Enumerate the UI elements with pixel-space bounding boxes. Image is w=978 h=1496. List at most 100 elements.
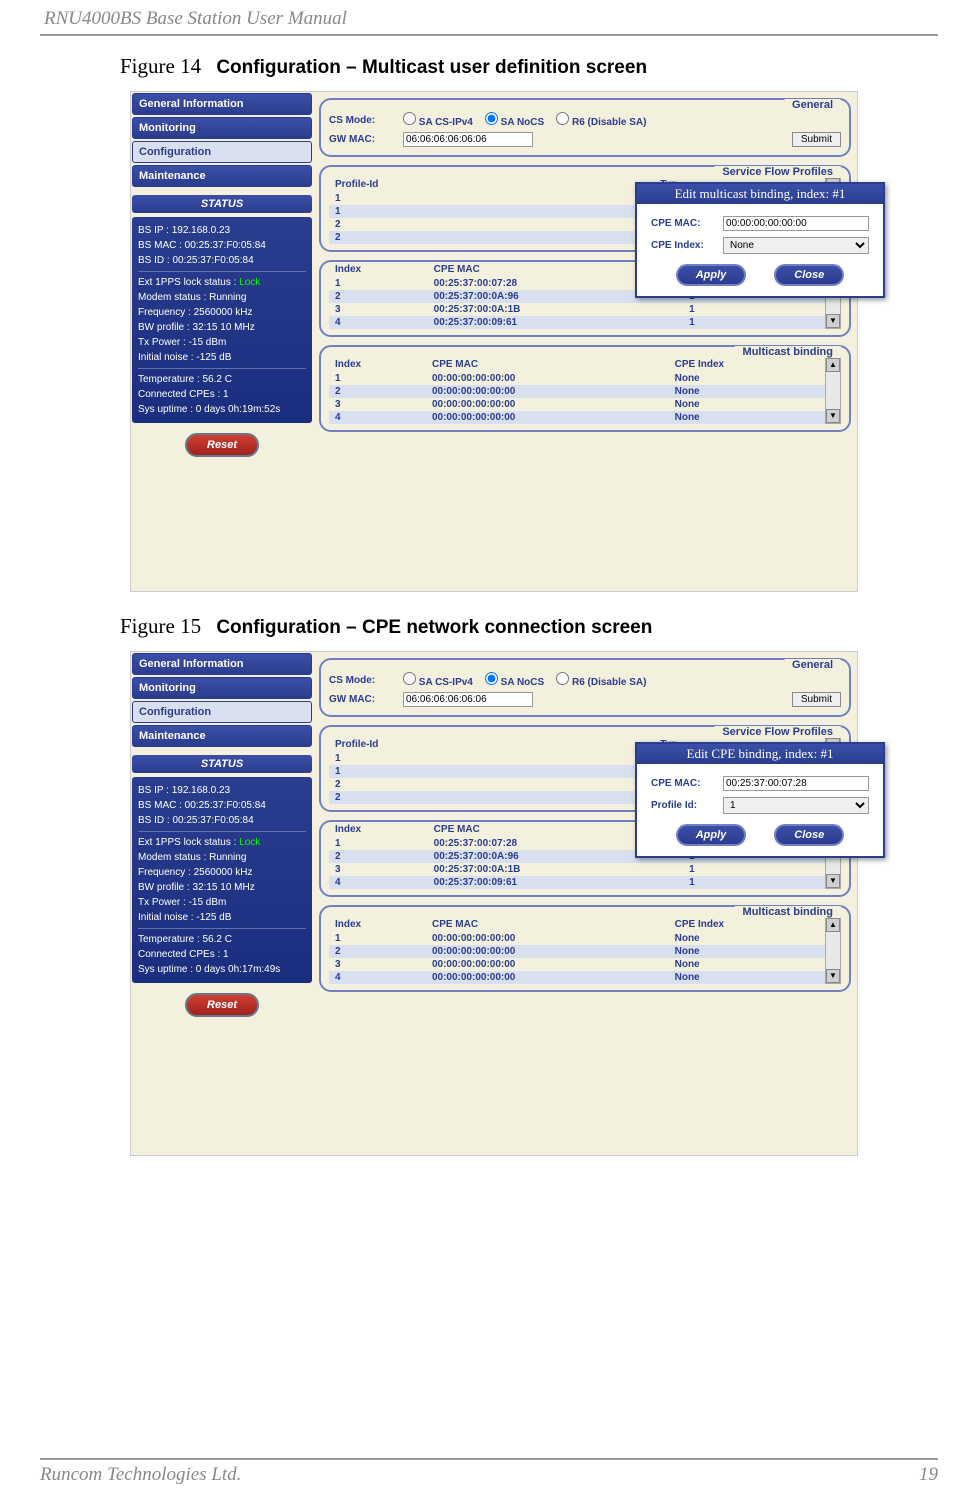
status-tx: Tx Power : -15 dBm <box>138 335 306 350</box>
radio-ipv4[interactable] <box>403 112 416 125</box>
status-lock: Lock <box>239 837 260 848</box>
dialog-title: Edit CPE binding, index: #1 <box>637 744 883 764</box>
scroll-down-icon[interactable]: ▼ <box>826 409 840 423</box>
status-bw: BW profile : 32:15 10 MHz <box>138 880 306 895</box>
mc-title: Multicast binding <box>735 906 841 918</box>
status-uptime: Sys uptime : 0 days 0h:19m:52s <box>138 402 306 417</box>
nav-maintenance[interactable]: Maintenance <box>132 165 312 187</box>
scrollbar[interactable]: ▲▼ <box>825 357 841 424</box>
status-bsmac: BS MAC : 00:25:37:F0:05:84 <box>138 798 306 813</box>
status-cpes: Connected CPEs : 1 <box>138 947 306 962</box>
table-row[interactable]: 100:00:00:00:00:00None <box>329 932 825 945</box>
status-uptime: Sys uptime : 0 days 0h:17m:49s <box>138 962 306 977</box>
sfp-h-profile: Profile-Id <box>329 737 654 752</box>
status-modem: Modem status : Running <box>138 290 306 305</box>
radio-nocs-lbl: SA NoCS <box>501 117 545 128</box>
scroll-down-icon[interactable]: ▼ <box>826 969 840 983</box>
table-row[interactable]: 400:00:00:00:00:00None <box>329 411 825 424</box>
nav-maintenance[interactable]: Maintenance <box>132 725 312 747</box>
table-row[interactable]: 400:00:00:00:00:00None <box>329 971 825 984</box>
nav-monitoring[interactable]: Monitoring <box>132 117 312 139</box>
sidebar: General Information Monitoring Configura… <box>131 92 313 591</box>
cpe-h-index: Index <box>329 822 428 837</box>
apply-button[interactable]: Apply <box>676 824 747 846</box>
status-noise: Initial noise : -125 dB <box>138 910 306 925</box>
doc-header: RNU4000BS Base Station User Manual <box>40 0 938 36</box>
mc-h-mac: CPE MAC <box>426 917 669 932</box>
table-row[interactable]: 200:00:00:00:00:00None <box>329 385 825 398</box>
scroll-down-icon[interactable]: ▼ <box>826 314 840 328</box>
mc-h-index: Index <box>329 917 426 932</box>
radio-r6-lbl: R6 (Disable SA) <box>572 677 646 688</box>
status-bsmac: BS MAC : 00:25:37:F0:05:84 <box>138 238 306 253</box>
fig15-num: Figure 15 <box>120 614 201 638</box>
reset-button[interactable]: Reset <box>185 993 259 1017</box>
close-button[interactable]: Close <box>774 264 844 286</box>
mc-panel: Multicast binding IndexCPE MACCPE Index … <box>319 345 851 432</box>
status-bsid: BS ID : 00:25:37:F0:05:84 <box>138 253 306 268</box>
radio-nocs[interactable] <box>485 112 498 125</box>
dlg-mac-label: CPE MAC: <box>651 778 723 789</box>
table-row[interactable]: 300:00:00:00:00:00None <box>329 398 825 411</box>
status-panel: BS IP : 192.168.0.23 BS MAC : 00:25:37:F… <box>132 777 312 983</box>
gwmac-input[interactable] <box>403 132 533 147</box>
csmode-label: CS Mode: <box>329 115 397 126</box>
status-temp: Temperature : 56.2 C <box>138 932 306 947</box>
dlg-idx-select[interactable]: None <box>723 237 869 254</box>
mc-panel: Multicast binding IndexCPE MACCPE Index … <box>319 905 851 992</box>
sfp-h-profile: Profile-Id <box>329 177 654 192</box>
mc-table: IndexCPE MACCPE Index 100:00:00:00:00:00… <box>329 917 825 984</box>
table-row[interactable]: 300:00:00:00:00:00None <box>329 958 825 971</box>
edit-cpe-dialog: Edit CPE binding, index: #1 CPE MAC: Pro… <box>635 742 885 858</box>
radio-ipv4[interactable] <box>403 672 416 685</box>
radio-nocs[interactable] <box>485 672 498 685</box>
table-row[interactable]: 300:25:37:00:0A:1B1 <box>329 863 825 876</box>
csmode-label: CS Mode: <box>329 675 397 686</box>
general-panel: General CS Mode: SA CS-IPv4 SA NoCS R6 (… <box>319 658 851 717</box>
dlg-mac-input[interactable] <box>723 776 869 791</box>
nav-general-info[interactable]: General Information <box>132 653 312 675</box>
submit-button[interactable]: Submit <box>792 132 841 147</box>
table-row[interactable]: 100:00:00:00:00:00None <box>329 372 825 385</box>
submit-button[interactable]: Submit <box>792 692 841 707</box>
table-row[interactable]: 400:25:37:00:09:611 <box>329 876 825 889</box>
cpe-h-index: Index <box>329 262 428 277</box>
status-noise: Initial noise : -125 dB <box>138 350 306 365</box>
radio-r6[interactable] <box>556 672 569 685</box>
close-button[interactable]: Close <box>774 824 844 846</box>
scroll-down-icon[interactable]: ▼ <box>826 874 840 888</box>
radio-r6-lbl: R6 (Disable SA) <box>572 117 646 128</box>
sfp-title: Service Flow Profiles <box>714 726 841 738</box>
edit-multicast-dialog: Edit multicast binding, index: #1 CPE MA… <box>635 182 885 298</box>
dlg-profile-select[interactable]: 1 <box>723 797 869 814</box>
status-freq: Frequency : 2560000 kHz <box>138 305 306 320</box>
table-row[interactable]: 300:25:37:00:0A:1B1 <box>329 303 825 316</box>
gwmac-input[interactable] <box>403 692 533 707</box>
nav-configuration[interactable]: Configuration <box>132 141 312 163</box>
reset-button[interactable]: Reset <box>185 433 259 457</box>
status-pps: Ext 1PPS lock status : <box>138 837 236 848</box>
radio-r6[interactable] <box>556 112 569 125</box>
table-row[interactable]: 400:25:37:00:09:611 <box>329 316 825 329</box>
scroll-up-icon[interactable]: ▲ <box>826 358 840 372</box>
mc-h-cpeidx: CPE Index <box>669 917 825 932</box>
status-header: STATUS <box>132 195 312 213</box>
fig15-title: Configuration – CPE network connection s… <box>216 617 652 638</box>
status-modem: Modem status : Running <box>138 850 306 865</box>
mc-table: IndexCPE MACCPE Index 100:00:00:00:00:00… <box>329 357 825 424</box>
scrollbar[interactable]: ▲▼ <box>825 917 841 984</box>
scroll-up-icon[interactable]: ▲ <box>826 918 840 932</box>
figure14-caption: Figure 14 Configuration – Multicast user… <box>120 54 938 79</box>
status-temp: Temperature : 56.2 C <box>138 372 306 387</box>
dlg-mac-input[interactable] <box>723 216 869 231</box>
radio-nocs-lbl: SA NoCS <box>501 677 545 688</box>
footer-page: 19 <box>919 1464 938 1486</box>
doc-footer: Runcom Technologies Ltd. 19 <box>40 1458 938 1486</box>
nav-general-info[interactable]: General Information <box>132 93 312 115</box>
footer-left: Runcom Technologies Ltd. <box>40 1464 241 1486</box>
mc-h-index: Index <box>329 357 426 372</box>
table-row[interactable]: 200:00:00:00:00:00None <box>329 945 825 958</box>
nav-configuration[interactable]: Configuration <box>132 701 312 723</box>
apply-button[interactable]: Apply <box>676 264 747 286</box>
nav-monitoring[interactable]: Monitoring <box>132 677 312 699</box>
